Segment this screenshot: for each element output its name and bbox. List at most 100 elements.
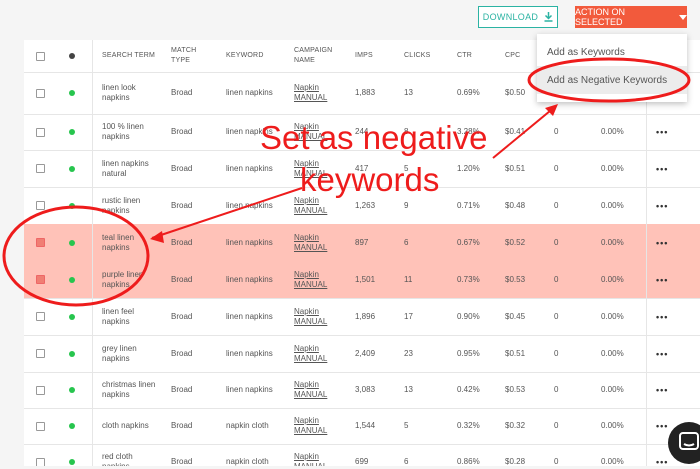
- action-on-selected-button[interactable]: ACTION ON SELECTED: [575, 6, 687, 28]
- status-dot: [69, 459, 75, 465]
- clicks-cell: 6: [404, 237, 409, 247]
- row-checkbox[interactable]: [36, 385, 45, 395]
- campaign-link[interactable]: Napkin MANUAL: [294, 224, 344, 261]
- table-row[interactable]: grey linen napkins Broad linen napkins Napk…: [24, 335, 700, 373]
- extra-count-cell: 0: [554, 237, 559, 247]
- clicks-cell: 13: [404, 88, 413, 97]
- extra-rate-cell: 0.00%: [601, 274, 624, 284]
- menu-add-as-keywords[interactable]: Add as Keywords: [537, 38, 687, 66]
- clicks-cell: 23: [404, 348, 413, 358]
- search-term-cell: red cloth napkins: [102, 452, 133, 466]
- status-dot: [69, 276, 75, 283]
- imps-cell: 3,083: [355, 385, 376, 394]
- col-cpc[interactable]: CPC: [505, 40, 520, 72]
- row-checkbox[interactable]: [36, 164, 45, 173]
- row-checkbox[interactable]: [36, 312, 45, 321]
- col-ctr[interactable]: CTR: [457, 40, 472, 72]
- col-search-term[interactable]: SEARCH TERM: [102, 40, 162, 72]
- row-more-options-icon[interactable]: •••: [656, 275, 668, 285]
- ctr-cell: 0.32%: [457, 421, 480, 430]
- row-more-options-icon[interactable]: •••: [656, 127, 668, 137]
- row-more-options-icon[interactable]: •••: [656, 457, 668, 466]
- table-row[interactable]: teal linen napkins Broad linen napkins Napk…: [24, 224, 700, 262]
- row-more-options-icon[interactable]: •••: [656, 201, 668, 211]
- imps-cell: 897: [355, 237, 369, 247]
- search-term-cell: linen feel napkins: [102, 306, 135, 326]
- search-term-cell: purple linen napkins: [102, 269, 144, 289]
- annotation-text-line2: keywords: [300, 161, 440, 198]
- col-clicks[interactable]: CLICKS: [404, 40, 431, 72]
- download-button[interactable]: DOWNLOAD: [478, 6, 558, 28]
- table-row[interactable]: red cloth napkins Broad napkin cloth Napkin…: [24, 444, 700, 466]
- campaign-link[interactable]: Napkin MANUAL: [294, 72, 344, 114]
- extra-rate-cell: 0.00%: [601, 311, 624, 321]
- clicks-cell: 6: [404, 457, 409, 466]
- row-more-options-icon[interactable]: •••: [656, 385, 668, 395]
- row-checkbox[interactable]: [36, 349, 45, 358]
- select-all-checkbox[interactable]: [36, 51, 45, 61]
- keyword-cell: napkin cloth: [226, 421, 269, 430]
- status-dot: [69, 387, 75, 393]
- col-keyword[interactable]: KEYWORD: [226, 40, 264, 72]
- match-type-cell: Broad: [171, 237, 193, 247]
- search-term-cell: cloth napkins: [102, 421, 149, 430]
- row-checkbox[interactable]: [36, 127, 45, 137]
- status-dot: [69, 202, 75, 209]
- row-more-options-icon[interactable]: •••: [656, 312, 668, 322]
- extra-count-cell: 0: [554, 385, 559, 394]
- campaign-link[interactable]: Napkin MANUAL: [294, 298, 344, 335]
- cpc-cell: $0.32: [505, 421, 526, 430]
- row-checkbox[interactable]: [36, 275, 45, 284]
- download-label: DOWNLOAD: [482, 12, 539, 22]
- row-more-options-icon[interactable]: •••: [656, 349, 668, 359]
- table-row[interactable]: christmas linen napkins Broad linen napkin…: [24, 372, 700, 409]
- ctr-cell: 0.67%: [457, 237, 480, 247]
- table-row[interactable]: purple linen napkins Broad linen napkins Na…: [24, 261, 700, 299]
- row-more-options-icon[interactable]: •••: [656, 421, 668, 431]
- row-checkbox[interactable]: [36, 201, 45, 210]
- table-row[interactable]: linen feel napkins Broad linen napkins Napk…: [24, 298, 700, 336]
- status-dot: [69, 239, 75, 246]
- match-type-cell: Broad: [171, 421, 193, 430]
- search-term-cell: linen look napkins: [102, 83, 136, 102]
- annotation-text-line1: Set as negative: [260, 119, 488, 156]
- row-checkbox[interactable]: [36, 238, 45, 247]
- table-row[interactable]: cloth napkins Broad napkin cloth Napkin MAN…: [24, 408, 700, 445]
- match-type-cell: Broad: [171, 348, 193, 358]
- col-campaign-name[interactable]: CAMPAIGN NAME: [294, 40, 344, 72]
- keyword-cell: linen napkins: [226, 311, 273, 321]
- col-imps[interactable]: IMPS: [355, 40, 373, 72]
- row-checkbox[interactable]: [36, 457, 45, 466]
- keyword-cell: linen napkins: [226, 385, 273, 394]
- chat-widget-button[interactable]: [668, 422, 700, 464]
- campaign-link[interactable]: Napkin MANUAL: [294, 408, 344, 444]
- search-term-cell: 100 % linen napkins: [102, 122, 144, 141]
- extra-rate-cell: 0.00%: [601, 163, 624, 173]
- extra-rate-cell: 0.00%: [601, 385, 624, 394]
- campaign-link[interactable]: Napkin MANUAL: [294, 335, 344, 372]
- match-type-cell: Broad: [171, 200, 193, 210]
- imps-cell: 1,883: [355, 88, 376, 97]
- row-checkbox[interactable]: [36, 421, 45, 431]
- row-checkbox[interactable]: [36, 88, 45, 98]
- menu-add-as-negative-keywords[interactable]: Add as Negative Keywords: [537, 66, 687, 94]
- cpc-cell: $0.48: [505, 200, 526, 210]
- match-type-cell: Broad: [171, 88, 193, 97]
- row-more-options-icon[interactable]: •••: [656, 238, 668, 248]
- cpc-cell: $0.53: [505, 385, 526, 394]
- campaign-link[interactable]: Napkin MANUAL: [294, 444, 344, 466]
- col-match-type[interactable]: MATCH TYPE: [171, 40, 211, 72]
- cpc-cell: $0.51: [505, 163, 526, 173]
- campaign-link[interactable]: Napkin MANUAL: [294, 261, 344, 298]
- cpc-cell: $0.28: [505, 457, 526, 466]
- extra-rate-cell: 0.00%: [601, 348, 624, 358]
- row-more-options-icon[interactable]: •••: [656, 164, 668, 174]
- imps-cell: 699: [355, 457, 369, 466]
- extra-rate-cell: 0.00%: [601, 127, 624, 136]
- keyword-cell: linen napkins: [226, 88, 273, 97]
- status-header-dot: [69, 53, 75, 59]
- keyword-cell: napkin cloth: [226, 457, 269, 466]
- download-icon: [544, 12, 553, 22]
- extra-rate-cell: 0.00%: [601, 200, 624, 210]
- campaign-link[interactable]: Napkin MANUAL: [294, 372, 344, 408]
